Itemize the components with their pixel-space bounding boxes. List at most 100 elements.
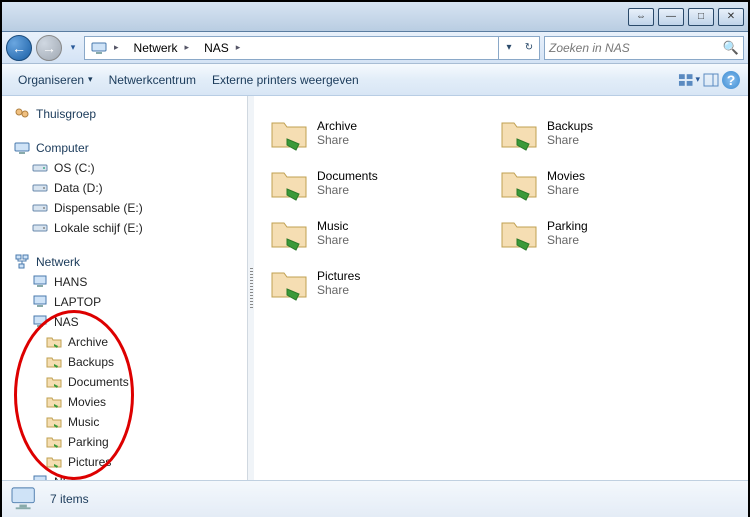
toolbar-label: Externe printers weergeven <box>212 73 359 87</box>
computer-icon <box>91 40 107 56</box>
preview-pane-button[interactable] <box>700 69 722 91</box>
restore-button[interactable]: ⇔ <box>628 8 654 26</box>
share-tile[interactable]: ArchiveShare <box>262 108 492 158</box>
sidebar-label: OS (C:) <box>54 161 95 175</box>
sidebar-share[interactable]: Movies <box>2 392 247 412</box>
share-folder-icon <box>46 334 62 350</box>
external-printers-button[interactable]: Externe printers weergeven <box>204 69 367 91</box>
sidebar-network[interactable]: Netwerk <box>2 252 247 272</box>
content-pane: ArchiveShare BackupsShare DocumentsShare… <box>254 96 748 480</box>
sidebar-share[interactable]: Archive <box>2 332 247 352</box>
address-bar[interactable]: ▸ Netwerk ▸ NAS ▸ ▾ ↻ <box>84 36 540 60</box>
chevron-down-icon: ▾ <box>88 74 93 85</box>
share-tile[interactable]: PicturesShare <box>262 258 492 308</box>
sidebar-label: Computer <box>36 141 89 155</box>
address-seg-nas[interactable]: NAS ▸ <box>198 37 249 59</box>
sidebar-label: Netwerk <box>36 255 80 269</box>
refresh-button[interactable]: ↻ <box>519 37 539 59</box>
sidebar-label: Thuisgroep <box>36 107 96 121</box>
pc-icon <box>32 314 48 330</box>
share-folder-icon <box>269 263 309 303</box>
sidebar-share[interactable]: Pictures <box>2 452 247 472</box>
toolbar: Organiseren ▾ Netwerkcentrum Externe pri… <box>2 64 748 96</box>
tile-name: Movies <box>547 169 585 183</box>
share-folder-icon <box>46 454 62 470</box>
sidebar-drive[interactable]: OS (C:) <box>2 158 247 178</box>
share-folder-icon <box>46 374 62 390</box>
tile-type: Share <box>317 183 378 197</box>
sidebar-host[interactable]: HANS <box>2 272 247 292</box>
sidebar-host[interactable]: NEL <box>2 472 247 480</box>
sidebar-drive[interactable]: Data (D:) <box>2 178 247 198</box>
tile-name: Parking <box>547 219 588 233</box>
share-tile[interactable]: MoviesShare <box>492 158 722 208</box>
address-seg-netwerk[interactable]: Netwerk ▸ <box>128 37 199 59</box>
network-icon <box>14 254 30 270</box>
back-button[interactable]: ← <box>6 35 32 61</box>
computer-icon <box>14 140 30 156</box>
tile-type: Share <box>547 233 588 247</box>
sidebar-label: Documents <box>68 375 129 389</box>
share-folder-icon <box>499 113 539 153</box>
address-root[interactable]: ▸ <box>85 37 128 59</box>
sidebar-host[interactable]: LAPTOP <box>2 292 247 312</box>
address-seg-label: Netwerk <box>134 41 178 55</box>
chevron-icon: ▸ <box>111 42 122 53</box>
drive-icon <box>32 160 48 176</box>
share-folder-icon <box>46 394 62 410</box>
sidebar-host-nas[interactable]: NAS <box>2 312 247 332</box>
share-folder-icon <box>269 213 309 253</box>
network-center-button[interactable]: Netwerkcentrum <box>101 69 204 91</box>
minimize-button[interactable]: — <box>658 8 684 26</box>
close-button[interactable]: ✕ <box>718 8 744 26</box>
sidebar-label: Parking <box>68 435 109 449</box>
tile-type: Share <box>547 133 593 147</box>
sidebar-label: Pictures <box>68 455 111 469</box>
tile-name: Documents <box>317 169 378 183</box>
pc-icon <box>32 274 48 290</box>
view-options-button[interactable]: ▾ <box>678 69 700 91</box>
share-tile[interactable]: MusicShare <box>262 208 492 258</box>
share-tile[interactable]: DocumentsShare <box>262 158 492 208</box>
sidebar-homegroup[interactable]: Thuisgroep <box>2 104 247 124</box>
homegroup-icon <box>14 106 30 122</box>
tile-type: Share <box>317 133 357 147</box>
toolbar-label: Netwerkcentrum <box>109 73 196 87</box>
address-seg-label: NAS <box>204 41 229 55</box>
sidebar-label: Data (D:) <box>54 181 103 195</box>
toolbar-label: Organiseren <box>18 73 84 87</box>
computer-icon <box>10 486 40 512</box>
address-dropdown[interactable]: ▾ <box>499 37 519 59</box>
search-placeholder: Zoeken in NAS <box>549 41 630 55</box>
sidebar-share[interactable]: Documents <box>2 372 247 392</box>
sidebar-share[interactable]: Music <box>2 412 247 432</box>
sidebar-label: NAS <box>54 315 79 329</box>
sidebar-label: Music <box>68 415 99 429</box>
drive-icon <box>32 200 48 216</box>
share-tile[interactable]: BackupsShare <box>492 108 722 158</box>
sidebar-label: Dispensable (E:) <box>54 201 143 215</box>
maximize-button[interactable]: □ <box>688 8 714 26</box>
chevron-icon: ▸ <box>182 42 193 53</box>
forward-button[interactable]: → <box>36 35 62 61</box>
share-folder-icon <box>46 414 62 430</box>
title-bar: ⇔ — □ ✕ <box>2 2 748 32</box>
chevron-icon: ▸ <box>233 42 244 53</box>
sidebar-computer[interactable]: Computer <box>2 138 247 158</box>
sidebar-label: Archive <box>68 335 108 349</box>
drive-icon <box>32 180 48 196</box>
sidebar-drive[interactable]: Lokale schijf (E:) <box>2 218 247 238</box>
share-tile[interactable]: ParkingShare <box>492 208 722 258</box>
history-dropdown[interactable]: ▾ <box>66 35 80 61</box>
sidebar-share[interactable]: Parking <box>2 432 247 452</box>
help-button[interactable]: ? <box>722 71 740 89</box>
search-input[interactable]: Zoeken in NAS 🔍 <box>544 36 744 60</box>
share-folder-icon <box>46 354 62 370</box>
status-text: 7 items <box>50 492 89 506</box>
pc-icon <box>32 294 48 310</box>
organize-button[interactable]: Organiseren ▾ <box>10 69 101 91</box>
sidebar-share[interactable]: Backups <box>2 352 247 372</box>
navigation-pane: Thuisgroep Computer OS (C:) Data (D:) Di… <box>2 96 248 480</box>
sidebar-label: Lokale schijf (E:) <box>54 221 143 235</box>
sidebar-drive[interactable]: Dispensable (E:) <box>2 198 247 218</box>
